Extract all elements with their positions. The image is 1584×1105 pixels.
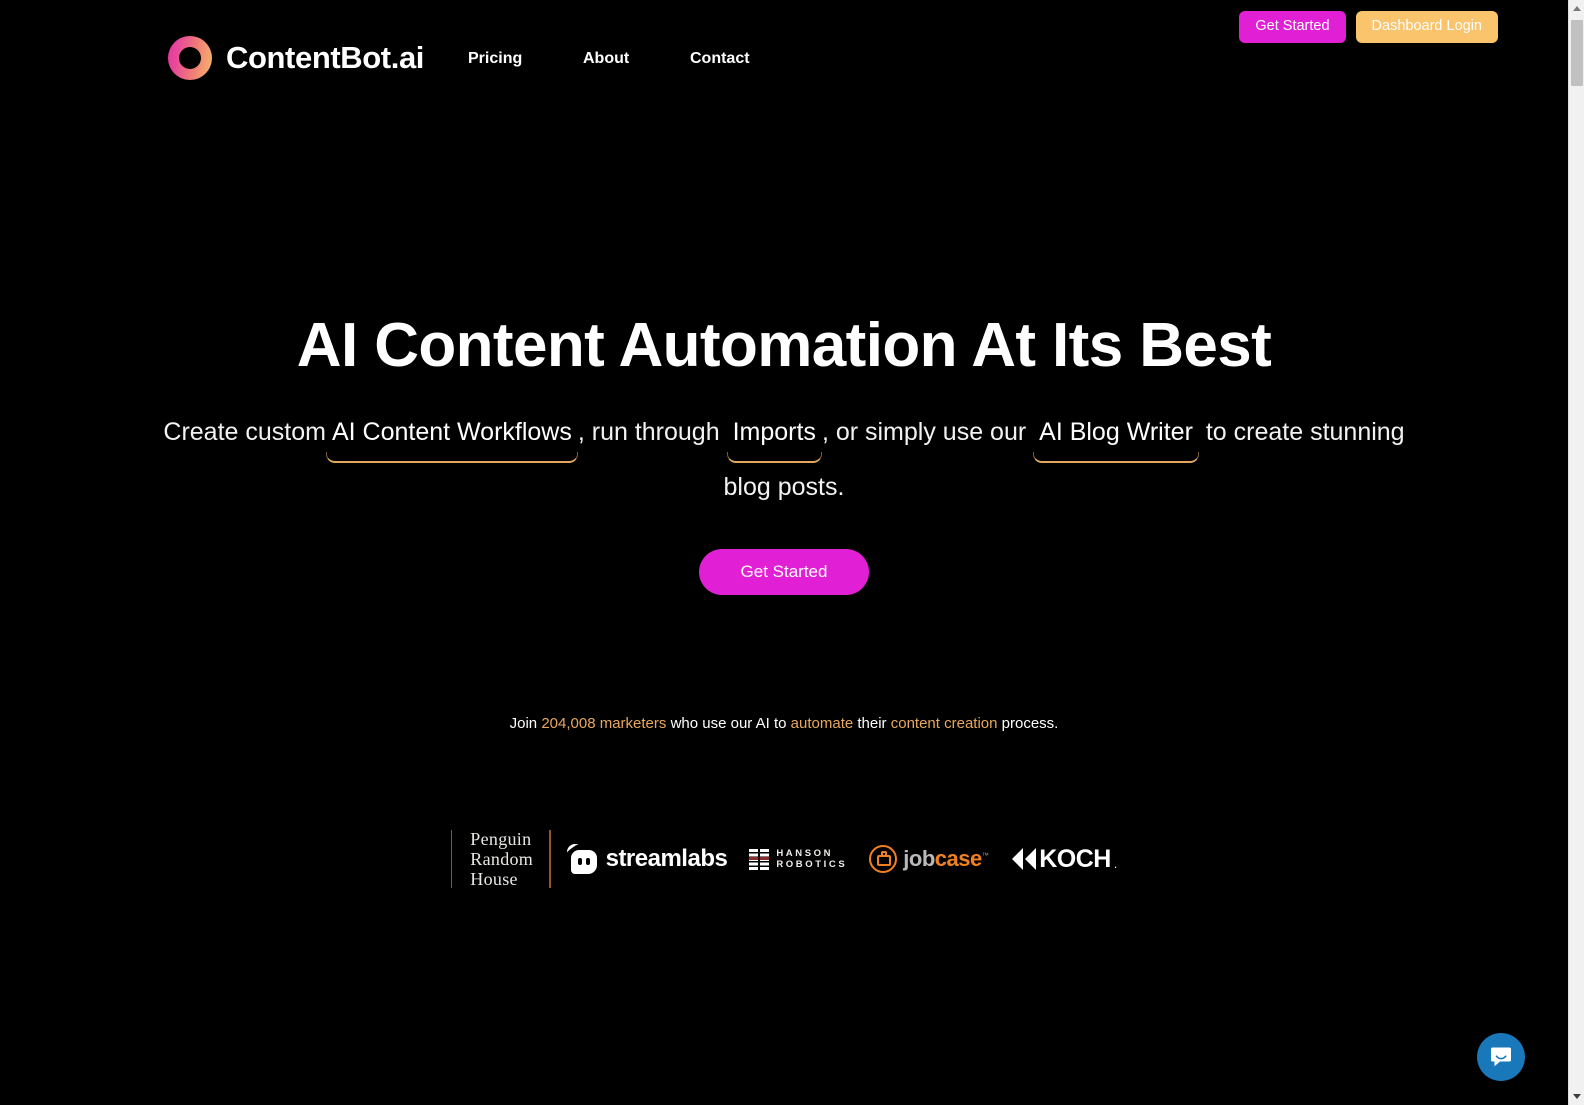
link-ai-blog-writer[interactable]: AI Blog Writer (1033, 405, 1199, 463)
hanson-robotics-icon (749, 848, 770, 870)
header-get-started-button[interactable]: Get Started (1239, 11, 1346, 43)
social-proof-verb: automate (790, 715, 854, 732)
brand-logo[interactable]: ContentBot.ai (168, 36, 424, 80)
social-proof-middle-2: their (857, 715, 887, 732)
jobcase-word-case: case (934, 846, 982, 871)
hanson-robotics-wordmark: HANSON ROBOTICS (776, 848, 848, 870)
main-nav: Pricing About Contact (468, 50, 790, 68)
scroll-down-arrow-icon[interactable] (1569, 1088, 1584, 1105)
streamlabs-icon (566, 844, 597, 874)
chat-bubble-smile-icon (1491, 1047, 1511, 1067)
hero-subtitle: Create custom AI Content Workflows, run t… (138, 405, 1430, 515)
brand-name: ContentBot.ai (226, 40, 424, 75)
chat-launcher-button[interactable] (1477, 1033, 1525, 1081)
jobcase-trademark: ™ (981, 852, 989, 860)
koch-chevron-icon (1012, 848, 1037, 870)
link-imports[interactable]: Imports (726, 405, 823, 463)
dashboard-login-button[interactable]: Dashboard Login (1355, 11, 1498, 43)
hero-get-started-button[interactable]: Get Started (698, 549, 870, 595)
hero-sub-text-1: Create custom (163, 418, 326, 446)
link-ai-content-workflows[interactable]: AI Content Workflows (325, 405, 578, 463)
social-proof-middle: who use our AI to (670, 715, 787, 732)
jobcase-wordmark: jobcase™ (903, 846, 988, 872)
logo-streamlabs: streamlabs (566, 844, 728, 874)
contentbot-ring-icon (168, 36, 212, 80)
hero-cta-wrapper: Get Started (0, 549, 1568, 595)
logo-divider-right (549, 830, 551, 888)
hero-sub-text-3: , or simply use our (821, 418, 1027, 446)
nav-item-contact[interactable]: Contact (690, 50, 790, 68)
scrollbar-thumb[interactable] (1571, 20, 1583, 86)
jobcase-briefcase-icon (869, 845, 898, 873)
nav-item-pricing[interactable]: Pricing (468, 50, 583, 68)
social-proof-noun: content creation (890, 715, 998, 732)
hero-sub-text-2: , run through (577, 418, 720, 446)
logo-penguin-random-house: Penguin Random House (470, 829, 534, 889)
scroll-up-arrow-icon[interactable] (1569, 0, 1584, 17)
social-proof-suffix: process. (1001, 715, 1059, 732)
logo-koch: KOCH . (1012, 845, 1117, 874)
page-scrollbar[interactable] (1568, 0, 1584, 1105)
logo-divider-left (450, 830, 453, 888)
header-actions: Get Started Dashboard Login (1239, 11, 1498, 43)
nav-item-about[interactable]: About (583, 50, 690, 68)
streamlabs-wordmark: streamlabs (605, 845, 728, 872)
koch-wordmark: KOCH (1039, 844, 1111, 873)
koch-period: . (1113, 856, 1118, 871)
jobcase-word-job: job (903, 846, 935, 871)
page-viewport: ContentBot.ai Pricing About Contact Get … (0, 0, 1568, 1105)
client-logo-strip: Penguin Random House streamlabs HANSON R… (0, 824, 1568, 894)
social-proof-prefix: Join (509, 715, 538, 732)
page-title: AI Content Automation At Its Best (296, 311, 1272, 380)
marketer-count: 204,008 marketers (541, 715, 667, 732)
site-header: ContentBot.ai Pricing About Contact Get … (0, 0, 1568, 110)
logo-jobcase: jobcase™ (869, 845, 989, 873)
logo-hanson-robotics: HANSON ROBOTICS (749, 848, 847, 870)
social-proof-text: Join 204,008 marketers who use our AI to… (0, 715, 1568, 732)
